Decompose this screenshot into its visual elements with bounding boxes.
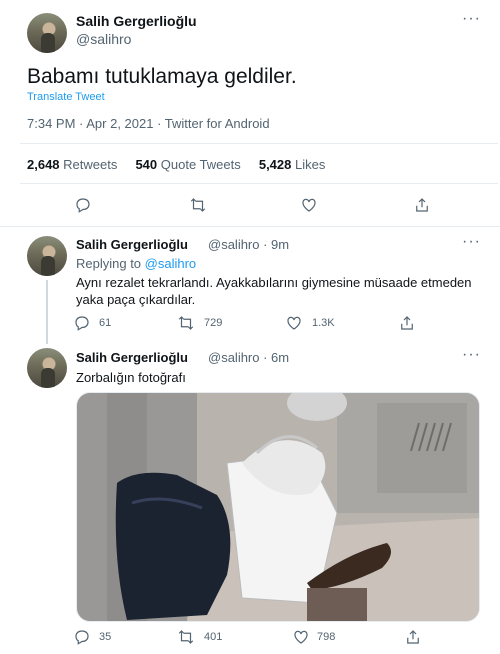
reply-text: Zorbalığın fotoğrafı (76, 370, 186, 385)
tweet-stats: 2,648 Retweets 540 Quote Tweets 5,428 Li… (27, 157, 325, 172)
reply-icon[interactable] (72, 313, 92, 333)
reply-icon[interactable] (73, 195, 93, 215)
replying-to: Replying to @salihro (76, 256, 196, 271)
like-icon[interactable] (299, 195, 319, 215)
avatar[interactable] (27, 13, 67, 53)
likes-count: 5,428 (258, 157, 292, 172)
likes-stat[interactable]: 5,428 Likes (259, 157, 326, 172)
translate-tweet-link[interactable]: Translate Tweet (27, 91, 105, 103)
author-name[interactable]: Salih Gergerlioğlu (76, 350, 188, 365)
author-handle[interactable]: @salihro (76, 31, 131, 47)
tweet-photo[interactable] (76, 392, 480, 622)
more-icon[interactable]: ··· (462, 10, 481, 28)
like-icon[interactable] (284, 313, 304, 333)
divider (20, 183, 498, 184)
more-icon[interactable]: ··· (462, 346, 481, 364)
like-count: 798 (317, 631, 336, 643)
quotes-label: Quote Tweets (160, 157, 241, 172)
divider (20, 143, 498, 144)
author-name[interactable]: Salih Gergerlioğlu (76, 13, 197, 29)
reply-icon[interactable] (72, 627, 92, 647)
photo-scene (77, 393, 479, 621)
like-icon[interactable] (291, 627, 311, 647)
likes-label: Likes (295, 157, 326, 172)
retweet-count: 729 (204, 317, 223, 329)
divider (0, 226, 500, 227)
replying-prefix: Replying to (76, 256, 142, 271)
retweet-icon[interactable] (188, 195, 208, 215)
tweet-meta: 7:34 PM · Apr 2, 2021 · Twitter for Andr… (27, 116, 270, 131)
replying-to-link[interactable]: @salihro (145, 256, 197, 271)
author-handle[interactable]: @salihro · 9m (208, 237, 289, 252)
reply-count: 35 (99, 631, 112, 643)
tweet-thread-page: Salih Gergerlioğlu @salihro ··· Babamı t… (0, 0, 500, 654)
avatar[interactable] (27, 236, 67, 276)
retweet-count: 401 (204, 631, 223, 643)
retweet-icon[interactable] (176, 313, 196, 333)
like-count: 1.3K (312, 317, 335, 329)
retweets-stat[interactable]: 2,648 Retweets (27, 157, 121, 172)
share-icon[interactable] (412, 195, 432, 215)
share-icon[interactable] (403, 627, 423, 647)
author-name[interactable]: Salih Gergerlioğlu (76, 237, 188, 252)
retweet-icon[interactable] (176, 627, 196, 647)
more-icon[interactable]: ··· (462, 233, 481, 251)
avatar[interactable] (27, 348, 67, 388)
retweets-label: Retweets (63, 157, 118, 172)
quotes-count: 540 (135, 157, 158, 172)
author-handle[interactable]: @salihro · 6m (208, 350, 289, 365)
reply-text: Aynı rezalet tekrarlandı. Ayakkabılarını… (76, 275, 472, 307)
share-icon[interactable] (397, 313, 417, 333)
tweet-text: Babamı tutuklamaya geldiler. (27, 65, 297, 88)
thread-line (46, 280, 48, 344)
retweets-count: 2,648 (27, 157, 60, 172)
quotes-stat[interactable]: 540 Quote Tweets (135, 157, 244, 172)
reply-count: 61 (99, 317, 112, 329)
